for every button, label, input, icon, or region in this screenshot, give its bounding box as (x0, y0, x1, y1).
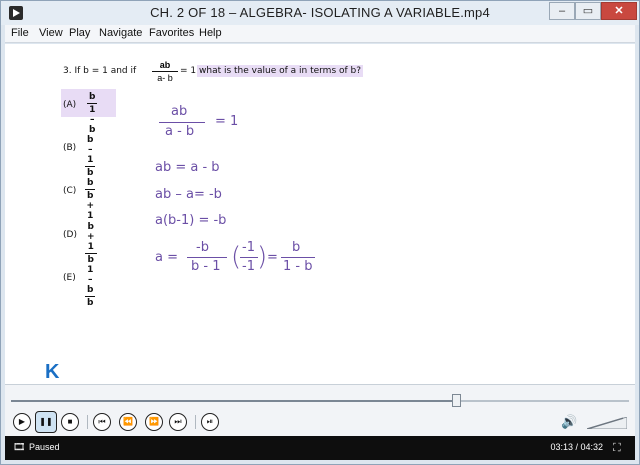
hw-close-paren: ) (257, 242, 268, 272)
option-d-numerator: b + 1 (85, 222, 97, 254)
control-divider (87, 415, 88, 429)
hw-line5-frac3-denominator: 1 - b (283, 259, 313, 274)
hw-line1-bar (159, 122, 205, 123)
maximize-button[interactable]: ▭ (575, 2, 601, 20)
option-e-fraction: 1 – b b (85, 265, 96, 308)
seek-bar-progress (11, 400, 456, 402)
rewind-icon[interactable]: ⏪ (119, 413, 137, 431)
view-toggle-icon[interactable]: ⛶ (613, 441, 627, 455)
hw-line5-frac3-bar (281, 257, 315, 258)
option-e-label: (E) (63, 273, 76, 283)
seek-bar[interactable] (11, 400, 629, 402)
status-bar: 🎞 Paused 03:13 / 04:32 ⛶ (5, 436, 635, 460)
video-frame[interactable]: 3. If b = 1 and if ab a- b = 1. what is … (5, 44, 635, 384)
next-track-icon[interactable]: ⏭ (169, 413, 187, 431)
frame-step-icon[interactable]: ⏯ (201, 413, 219, 431)
option-c-label: (C) (63, 186, 77, 196)
option-d-label: (D) (63, 230, 77, 240)
option-a-label: (A) (63, 100, 77, 110)
hw-line5-frac2-numerator: -1 (242, 240, 255, 255)
playback-state: Paused (29, 442, 60, 452)
control-divider (195, 415, 196, 429)
fast-forward-icon[interactable]: ⏩ (145, 413, 163, 431)
option-a-numerator: b (87, 92, 98, 104)
menu-bar: File View Play Navigate Favorites Help (5, 25, 635, 43)
volume-speaker-icon[interactable]: 🔊 (561, 415, 577, 429)
menu-favorites[interactable]: Favorites (149, 27, 194, 39)
question-prefix: 3. If b = 1 and if (63, 66, 137, 76)
menu-file[interactable]: File (11, 27, 29, 39)
hw-line1-rhs: = 1 (215, 114, 239, 129)
hw-line5-frac1-bar (187, 257, 227, 258)
menu-navigate[interactable]: Navigate (99, 27, 142, 39)
option-c-fraction: b b + 1 (85, 178, 96, 221)
option-e-numerator: 1 – b (85, 265, 96, 297)
volume-slider[interactable] (587, 417, 627, 429)
playback-time: 03:13 / 04:32 (550, 442, 603, 452)
hw-line5-frac1-denominator: b - 1 (191, 259, 221, 274)
option-d-denominator: b (87, 255, 94, 265)
title-bar: CH. 2 OF 18 – ALGEBRA- ISOLATING A VARIA… (1, 1, 639, 25)
option-d-fraction: b + 1 b (85, 222, 97, 265)
playback-controls: ▶ ❚❚ ■ ⏮ ⏪ ⏩ ⏭ ⏯ 🔊 (5, 384, 635, 436)
hw-line1-numerator: ab (171, 104, 188, 119)
menu-play[interactable]: Play (69, 27, 90, 39)
hw-line5-frac2-bar (240, 257, 258, 258)
minimize-button[interactable]: – (549, 2, 575, 20)
option-e-denominator: b (87, 298, 94, 308)
option-b-label: (B) (63, 143, 77, 153)
stop-button[interactable]: ■ (61, 413, 79, 431)
question-highlight: what is the value of a in terms of b? (197, 65, 364, 77)
question-fraction: ab a- b (152, 60, 178, 83)
option-b-fraction: b – 1 b (85, 135, 96, 178)
hw-line5-lhs: a = (155, 250, 178, 265)
option-a-denominator: 1 – b (89, 105, 96, 135)
hw-line2: ab = a - b (155, 160, 220, 175)
brand-logo: K (45, 361, 60, 383)
close-button[interactable]: ✕ (601, 2, 637, 20)
menu-help[interactable]: Help (199, 27, 222, 39)
option-b-denominator: b (87, 168, 94, 178)
hw-line5-equals: = (267, 250, 278, 265)
hw-line3: ab – a= -b (155, 187, 222, 202)
hw-line5-frac1-numerator: -b (196, 240, 209, 255)
hw-line4: a(b-1) = -b (155, 213, 227, 228)
option-b-numerator: b – 1 (85, 135, 96, 167)
option-c-denominator: b + 1 (86, 191, 94, 221)
pause-button[interactable]: ❚❚ (35, 411, 57, 433)
option-a-fraction: b 1 – b (87, 92, 98, 135)
window-title: CH. 2 OF 18 – ALGEBRA- ISOLATING A VARIA… (150, 5, 490, 20)
option-c-numerator: b (85, 178, 96, 190)
question-fraction-denominator: a- b (157, 73, 173, 83)
seek-thumb[interactable] (451, 394, 461, 407)
media-player-window: CH. 2 OF 18 – ALGEBRA- ISOLATING A VARIA… (0, 0, 640, 465)
question-fraction-numerator: ab (152, 60, 178, 72)
menu-view[interactable]: View (39, 27, 63, 39)
hw-line1-denominator: a - b (165, 124, 195, 139)
hw-line5-frac2-denominator: -1 (242, 259, 255, 274)
previous-track-icon[interactable]: ⏮ (93, 413, 111, 431)
film-icon: 🎞 (13, 442, 26, 453)
hw-line5-frac3-numerator: b (292, 240, 301, 255)
play-button[interactable]: ▶ (13, 413, 31, 431)
